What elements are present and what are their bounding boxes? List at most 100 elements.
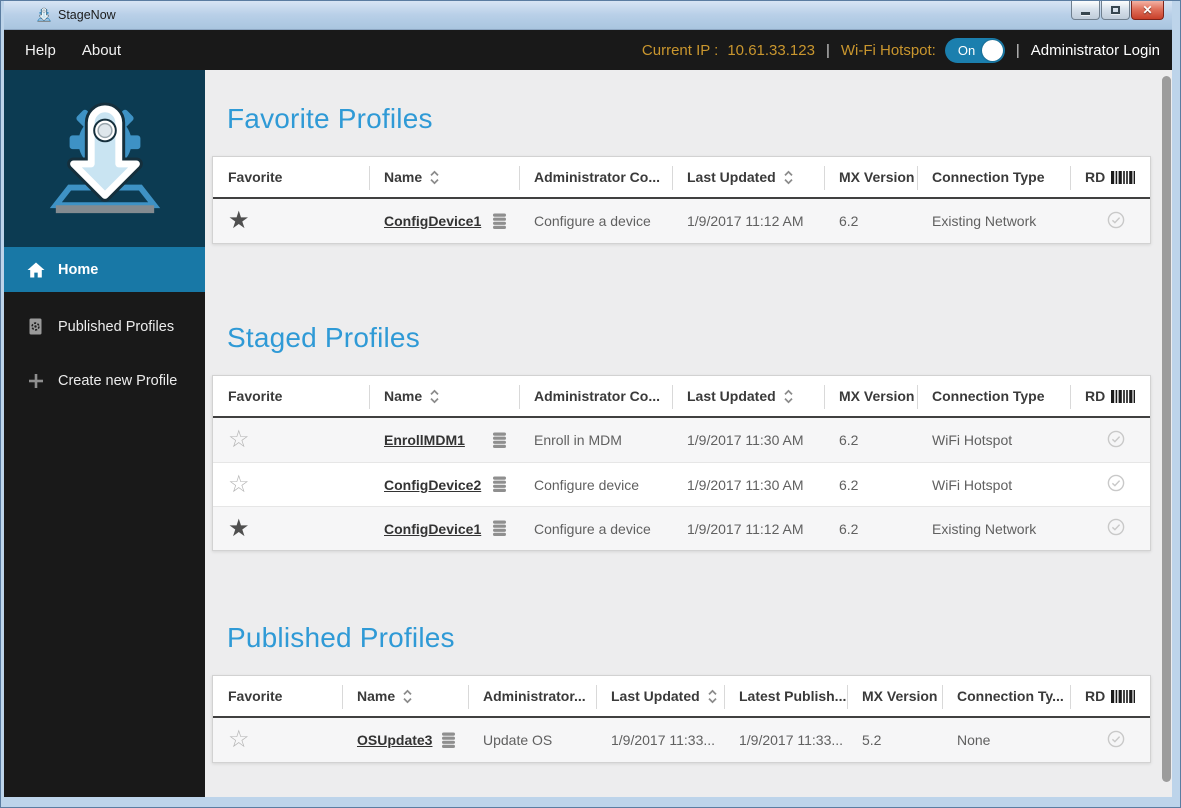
favorite-star-outline-icon[interactable]: ☆ (228, 471, 250, 498)
vertical-scrollbar[interactable] (1162, 76, 1171, 789)
mx-version-cell: 6.2 (824, 462, 917, 506)
column-header-rd: RD (1070, 157, 1150, 199)
rd-cell (1070, 199, 1150, 243)
sidebar: Home Published Profiles Create new Profi… (4, 70, 205, 797)
administrator-login-link[interactable]: Administrator Login (1031, 42, 1160, 59)
column-header-administrator-co: Administrator Co... (519, 376, 672, 418)
profile-name-link[interactable]: EnrollMDM1 (384, 432, 465, 448)
wifi-hotspot-toggle[interactable]: On (944, 37, 1005, 63)
column-header-label: RD (1085, 688, 1106, 704)
column-header-label: Name (384, 169, 423, 185)
separator: | (1015, 41, 1020, 59)
rd-status (1107, 730, 1125, 748)
column-header-label: Connection Type (932, 169, 1045, 185)
profile-name-link[interactable]: ConfigDevice1 (384, 213, 481, 229)
column-header-name[interactable]: Name (369, 376, 519, 418)
window-controls: ✕ (1070, 1, 1164, 20)
section-title: Staged Profiles (227, 322, 420, 353)
rd-status-check-icon (1107, 730, 1125, 747)
column-header-name[interactable]: Name (369, 157, 519, 199)
current-ip-label: Current IP : (641, 41, 719, 59)
sidebar-item-home[interactable]: Home (4, 247, 205, 292)
column-header-rd: RD (1070, 376, 1150, 418)
sidebar-item-create-new-profile[interactable]: Create new Profile (4, 358, 205, 403)
section-favorite-profiles: Favorite Profiles Favorite Name Administrat… (205, 70, 1172, 244)
rd-status (1107, 430, 1125, 448)
column-header-connection-ty: Connection Ty... (942, 676, 1070, 718)
favorite-star-outline-icon[interactable]: ☆ (228, 726, 250, 753)
stagenow-app-icon (36, 7, 52, 23)
maximize-button[interactable] (1101, 1, 1130, 20)
column-header-administrator-co: Administrator Co... (519, 157, 672, 199)
sort-chevrons-icon (430, 170, 439, 185)
column-header-label: MX Version (862, 688, 938, 704)
sidebar-item-published-profiles[interactable]: Published Profiles (4, 304, 205, 349)
profile-name-link[interactable]: ConfigDevice2 (384, 477, 481, 493)
name-cell: EnrollMDM1 (369, 418, 519, 462)
last-updated-cell: 1/9/2017 11:33... (611, 732, 716, 748)
column-header-label: Name (357, 688, 396, 704)
column-header-label: RD (1085, 388, 1106, 404)
column-header-last-updated[interactable]: Last Updated (596, 676, 724, 718)
last-updated-cell: 1/9/2017 11:30 AM (672, 462, 824, 506)
column-header-label: Name (384, 388, 423, 404)
wifi-hotspot-label: Wi-Fi Hotspot: (840, 41, 936, 59)
column-header-last-updated[interactable]: Last Updated (672, 376, 824, 418)
column-header-label: MX Version (839, 169, 915, 185)
profiles-table: Favorite Name Administrator Co... Last Upda… (212, 375, 1151, 551)
rd-status-check-icon (1107, 474, 1125, 492)
connection-type-cell: WiFi Hotspot (932, 432, 1013, 448)
column-header-last-updated[interactable]: Last Updated (672, 157, 824, 199)
sort-chevrons-icon (784, 389, 793, 404)
column-header-label: Favorite (228, 388, 283, 404)
window-title: StageNow (58, 8, 116, 22)
rd-status-check-icon (1107, 430, 1125, 447)
favorite-star-outline-icon[interactable]: ☆ (228, 426, 250, 453)
close-icon: ✕ (1142, 3, 1153, 17)
name-cell: ConfigDevice2 (369, 462, 519, 506)
main-content: Favorite Profiles Favorite Name Administrat… (205, 70, 1172, 797)
stagenow-logo (4, 70, 205, 247)
favorite-star-filled-icon[interactable]: ★ (228, 515, 250, 542)
minimize-button[interactable] (1071, 1, 1100, 20)
profile-row: ☆ ConfigDevice2 Configure device 1/9/2017 1… (213, 462, 1150, 506)
favorite-cell: ★ (213, 199, 369, 243)
database-icon (493, 213, 506, 229)
sort-chevrons-icon (708, 689, 717, 704)
barcode-icon (1111, 171, 1136, 184)
column-header-favorite: Favorite (213, 157, 369, 199)
profile-name-link[interactable]: OSUpdate3 (357, 732, 432, 748)
mx-version-cell: 6.2 (839, 432, 859, 448)
column-header-favorite: Favorite (213, 676, 342, 718)
rd-status (1107, 518, 1125, 536)
database-icon (442, 732, 455, 748)
name-cell: ConfigDevice1 (369, 506, 519, 550)
close-button[interactable]: ✕ (1131, 1, 1164, 20)
mx-version-cell: 6.2 (839, 213, 859, 229)
section-title: Favorite Profiles (227, 103, 433, 134)
barcode-icon (1111, 390, 1136, 403)
rd-cell (1070, 506, 1150, 550)
favorite-star-filled-icon[interactable]: ★ (228, 207, 250, 234)
last-updated-cell: 1/9/2017 11:12 AM (687, 213, 804, 229)
name-cell: ConfigDevice1 (369, 199, 519, 243)
connection-type-cell: None (957, 732, 991, 748)
column-header-mx-version: MX Version (824, 157, 917, 199)
plus-icon (26, 373, 45, 388)
profiles-table: Favorite Name Administrator Co... Last Upda… (212, 156, 1151, 244)
rd-cell (1070, 418, 1150, 462)
menu-item-about[interactable]: About (82, 42, 121, 59)
column-header-label: Last Updated (687, 388, 776, 404)
scrollbar-thumb[interactable] (1162, 76, 1171, 782)
connection-type-cell: Existing Network (917, 506, 1070, 550)
barcode-icon (1111, 690, 1136, 703)
profile-row: ☆ EnrollMDM1 Enroll in MDM 1/9/2017 11:30 A… (213, 418, 1150, 462)
menu-item-help[interactable]: Help (25, 42, 56, 59)
titlebar[interactable]: StageNow ✕ (4, 1, 1172, 30)
column-header-name[interactable]: Name (342, 676, 468, 718)
column-header-label: Administrator Co... (534, 388, 661, 404)
column-header-label: Connection Type (932, 388, 1045, 404)
column-header-administrator: Administrator... (468, 676, 596, 718)
profile-name-link[interactable]: ConfigDevice1 (384, 521, 481, 537)
section-staged-profiles: Staged Profiles Favorite Name Administrator… (205, 244, 1172, 551)
